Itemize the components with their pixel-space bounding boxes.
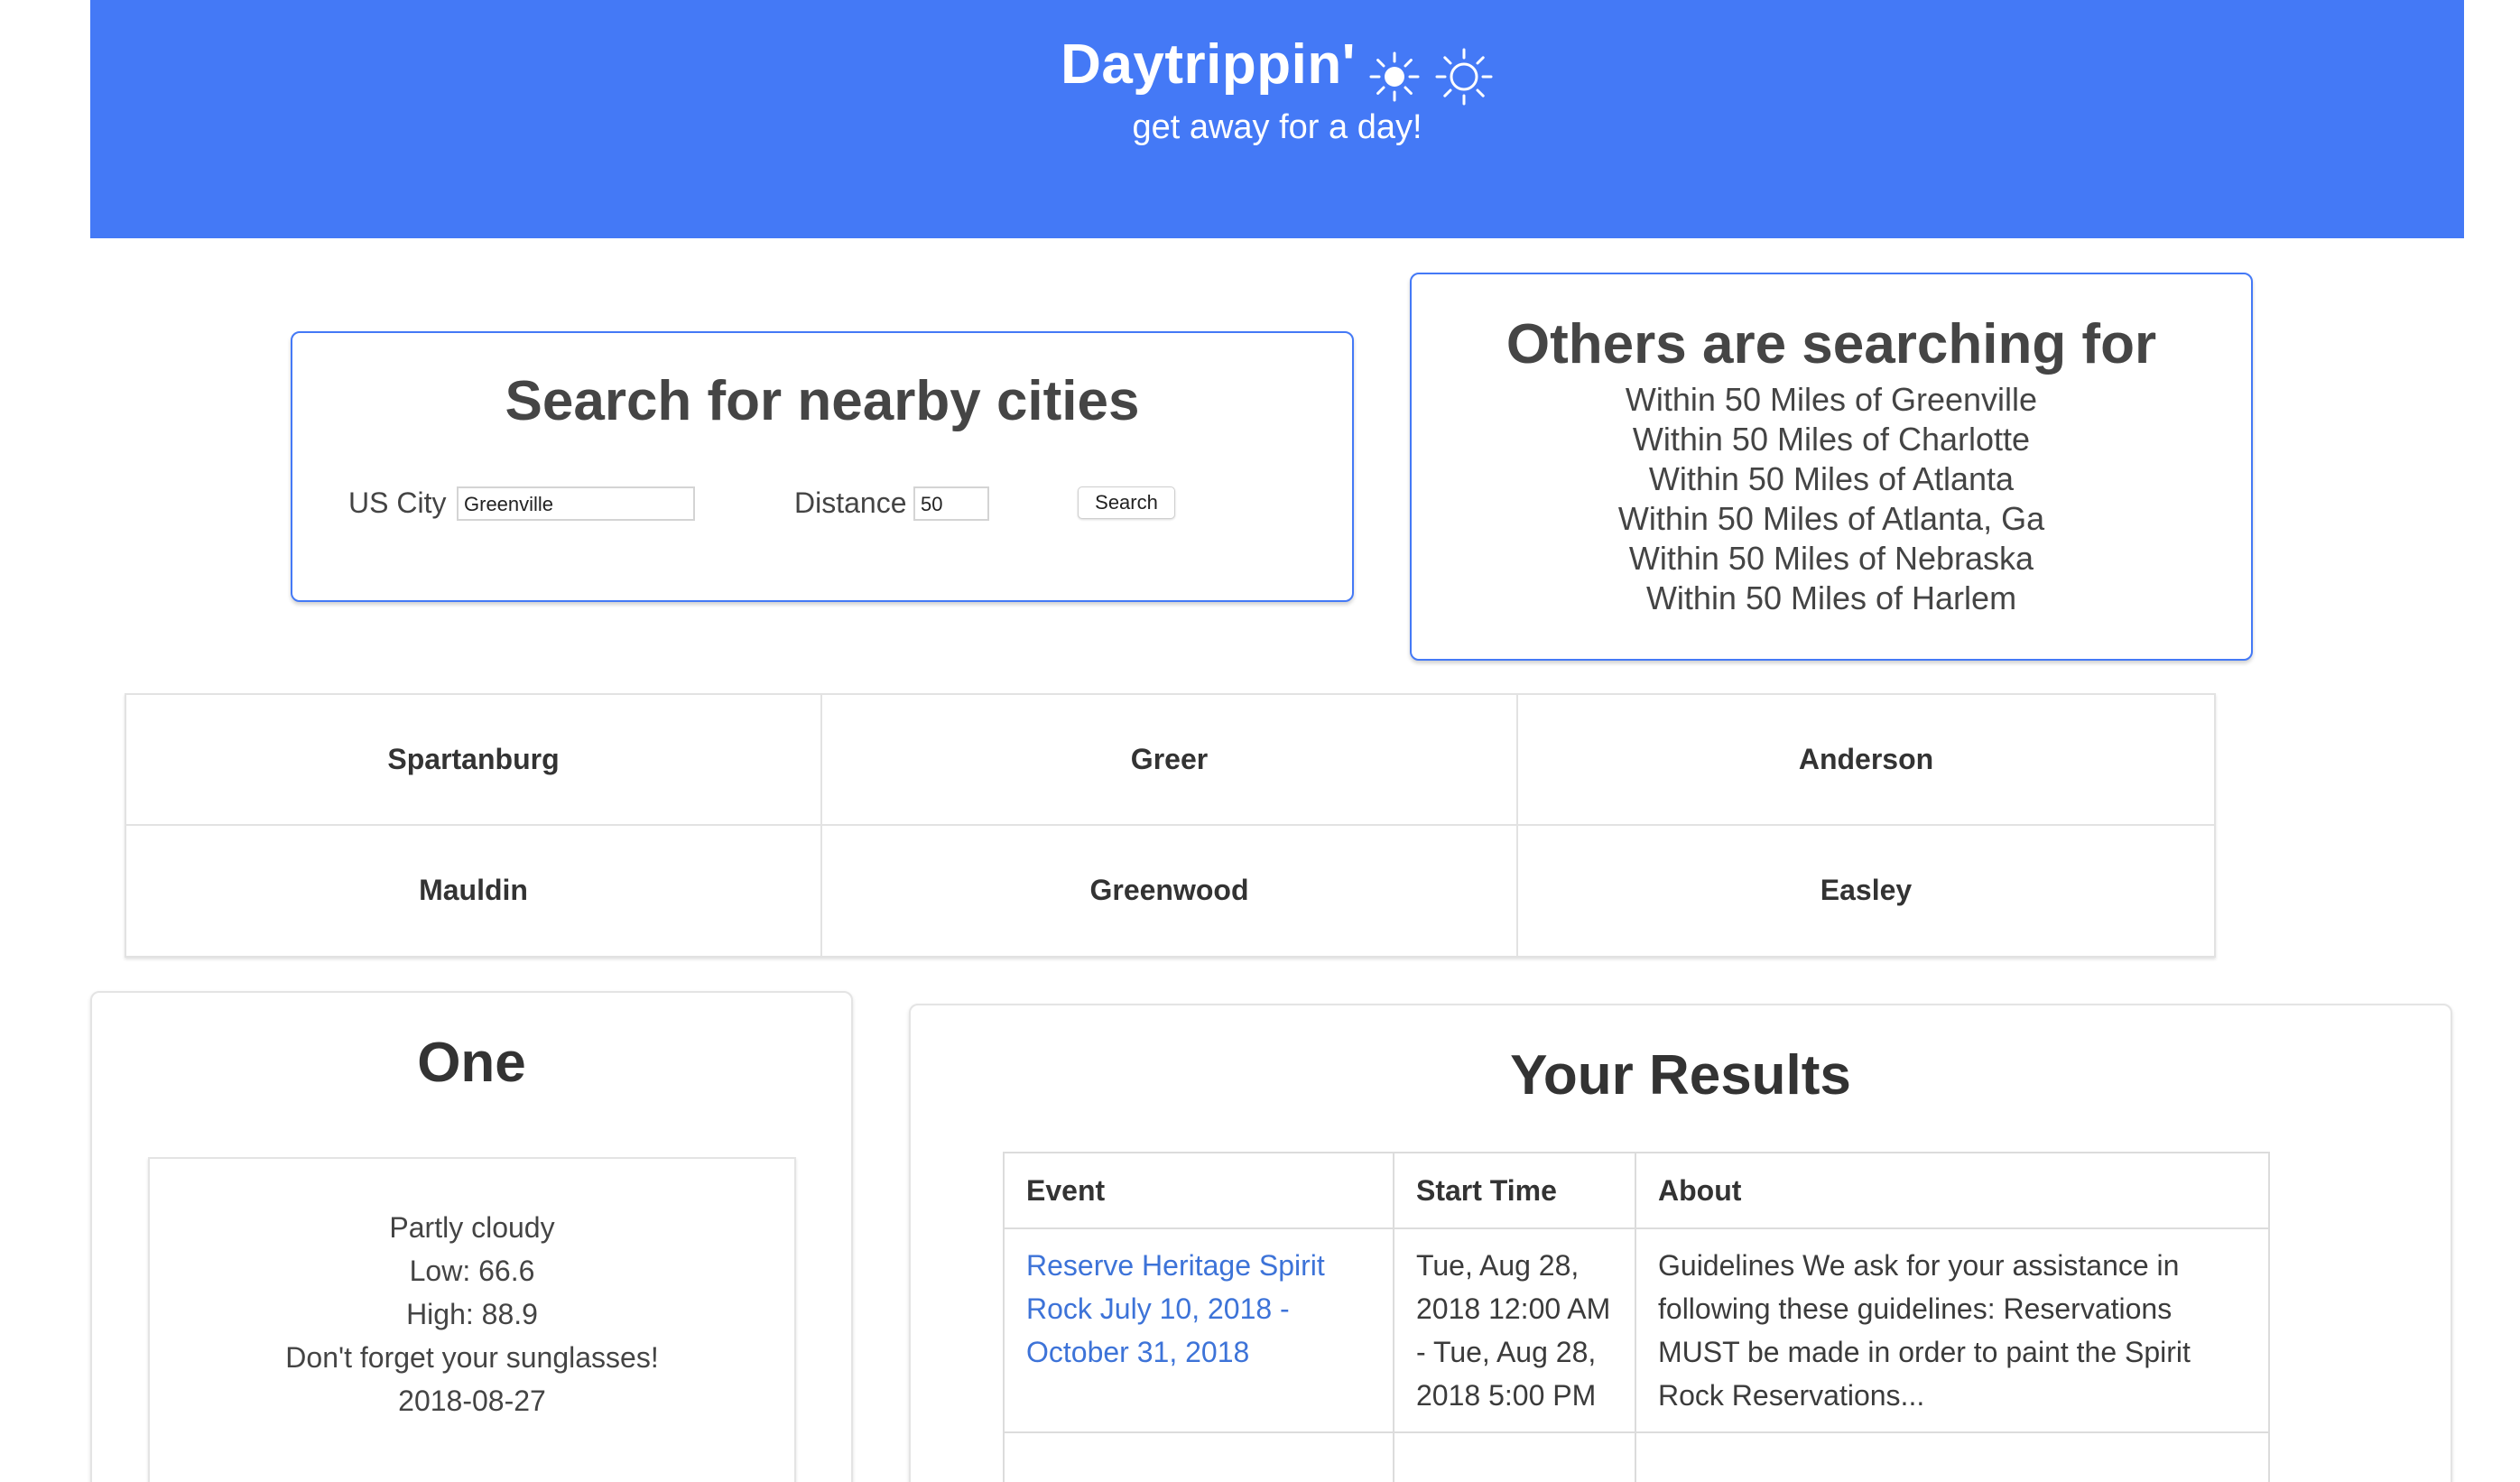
recent-search-item[interactable]: Within 50 Miles of Harlem (1412, 579, 2251, 618)
sun-filled-icon (1368, 51, 1421, 107)
city-tile[interactable]: Greer (822, 695, 1518, 826)
search-panel: Search for nearby cities US City Greenvi… (291, 331, 1354, 602)
weather-card: One Partly cloudy Low: 66.6 High: 88.9 D… (90, 991, 853, 1482)
recent-searches-panel: Others are searching for Within 50 Miles… (1410, 273, 2253, 661)
distance-label: Distance (794, 486, 907, 519)
distance-input[interactable]: 50 (913, 486, 989, 521)
table-row: Reserve Heritage Spirit Rock July 10, 20… (1003, 1227, 2270, 1433)
recent-search-item[interactable]: Within 50 Miles of Atlanta (1412, 459, 2251, 499)
weather-heading: One (417, 1032, 526, 1094)
site-header: Daytrippin' get away for a day! (90, 0, 2464, 238)
weather-tip: Don't forget your sunglasses! (285, 1341, 659, 1374)
recent-searches-list: Within 50 Miles of Greenville Within 50 … (1412, 380, 2251, 618)
site-subtitle: get away for a day! (1132, 108, 1422, 146)
weather-condition: Partly cloudy (389, 1211, 555, 1244)
city-tile[interactable]: Greenwood (822, 825, 1518, 956)
weather-low: Low: 66.6 (409, 1255, 535, 1287)
about-cell (1635, 1431, 2270, 1482)
start-time-cell: Tue, Aug 28, 2018 12:00 AM - Tue, Aug 28… (1393, 1227, 1636, 1433)
nearby-cities-grid: Spartanburg Greer Anderson Mauldin Green… (125, 693, 2216, 958)
column-header-about: About (1635, 1152, 2270, 1229)
event-cell (1003, 1431, 1394, 1482)
city-tile[interactable]: Easley (1518, 826, 2214, 957)
title-row: Daytrippin' (90, 32, 2464, 111)
recent-search-item[interactable]: Within 50 Miles of Charlotte (1412, 420, 2251, 459)
weather-date: 2018-08-27 (398, 1385, 546, 1417)
recent-search-item[interactable]: Within 50 Miles of Nebraska (1412, 539, 2251, 579)
table-header-row: Event Start Time About (1003, 1152, 2270, 1229)
event-cell: Reserve Heritage Spirit Rock July 10, 20… (1003, 1227, 1394, 1433)
city-label: US City (348, 486, 447, 519)
search-heading: Search for nearby cities (505, 370, 1140, 432)
column-header-start-time: Start Time (1393, 1152, 1636, 1229)
table-row (1003, 1431, 2270, 1482)
city-tile[interactable]: Mauldin (126, 825, 822, 956)
results-table: Event Start Time About Reserve Heritage … (1003, 1152, 2270, 1482)
city-input[interactable]: Greenville (457, 486, 695, 521)
results-card: Your Results Event Start Time About Rese… (909, 1004, 2452, 1482)
weather-high: High: 88.9 (406, 1298, 538, 1330)
column-header-event: Event (1003, 1152, 1394, 1229)
sun-outline-icon (1434, 47, 1494, 111)
city-tile[interactable]: Anderson (1518, 695, 2214, 826)
search-button[interactable]: Search (1078, 486, 1175, 519)
recent-search-item[interactable]: Within 50 Miles of Greenville (1412, 380, 2251, 420)
city-tile[interactable]: Spartanburg (126, 695, 822, 826)
event-link[interactable]: Reserve Heritage Spirit Rock July 10, 20… (1026, 1249, 1325, 1368)
recent-search-item[interactable]: Within 50 Miles of Atlanta, Ga (1412, 499, 2251, 539)
start-time-cell (1393, 1431, 1636, 1482)
site-title: Daytrippin' (1061, 33, 1356, 96)
results-heading: Your Results (1510, 1044, 1851, 1107)
recent-searches-heading: Others are searching for (1506, 313, 2157, 375)
about-cell: Guidelines We ask for your assistance in… (1635, 1227, 2270, 1433)
weather-forecast: Partly cloudy Low: 66.6 High: 88.9 Don't… (148, 1157, 796, 1482)
